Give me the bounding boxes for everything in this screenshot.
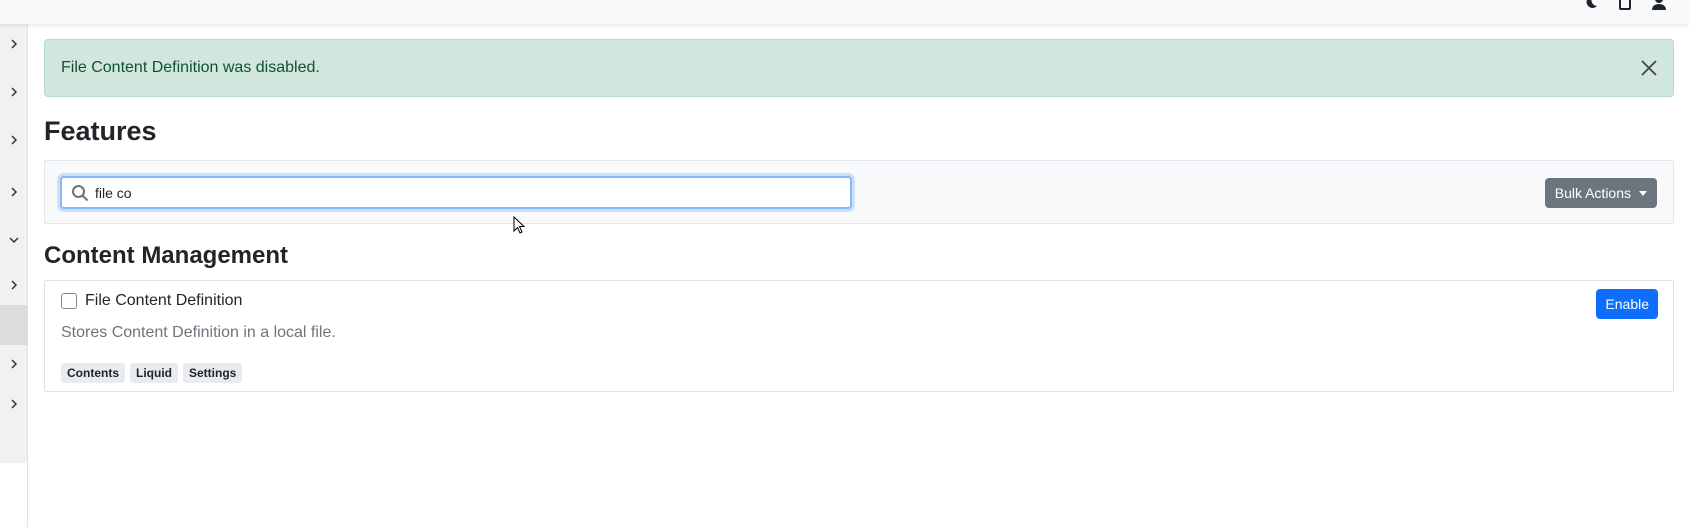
features-toolbar: Bulk Actions bbox=[44, 160, 1674, 224]
chevron-right-icon bbox=[11, 135, 18, 145]
top-navbar bbox=[0, 0, 1689, 24]
search-icon bbox=[71, 184, 89, 202]
chevron-right-icon bbox=[11, 87, 18, 97]
bulk-actions-button[interactable]: Bulk Actions bbox=[1544, 178, 1657, 208]
sidebar-item-6[interactable] bbox=[0, 265, 28, 305]
feature-card: File Content Definition Stores Content D… bbox=[44, 280, 1674, 392]
search-input[interactable] bbox=[95, 184, 795, 201]
close-icon[interactable] bbox=[1639, 58, 1659, 78]
chevron-right-icon bbox=[11, 280, 18, 290]
sidebar-item-8[interactable] bbox=[0, 384, 28, 424]
sidebar-item-2[interactable] bbox=[0, 72, 28, 112]
theme-toggle-icon[interactable] bbox=[1583, 0, 1599, 10]
chevron-right-icon bbox=[11, 39, 18, 49]
sidebar-item-5[interactable] bbox=[0, 220, 28, 260]
sidebar-item-4[interactable] bbox=[0, 172, 28, 212]
section-title: Content Management bbox=[44, 242, 289, 269]
sidebar-footer bbox=[0, 463, 28, 527]
tag-settings[interactable]: Settings bbox=[183, 363, 243, 383]
tag-contents[interactable]: Contents bbox=[61, 363, 125, 383]
feature-checkbox[interactable] bbox=[61, 293, 77, 309]
chevron-right-icon bbox=[11, 399, 18, 409]
user-icon[interactable] bbox=[1651, 0, 1667, 10]
mouse-cursor-icon bbox=[513, 216, 525, 234]
chevron-right-icon bbox=[11, 187, 18, 197]
bulk-actions-label: Bulk Actions bbox=[1554, 185, 1631, 201]
feature-description: Stores Content Definition in a local fil… bbox=[61, 324, 336, 341]
tag-liquid[interactable]: Liquid bbox=[130, 363, 178, 383]
topbar-icons bbox=[1583, 0, 1667, 10]
sidebar-item-active[interactable] bbox=[0, 305, 28, 345]
page-title: Features bbox=[44, 116, 157, 146]
sidebar-item-7[interactable] bbox=[0, 344, 28, 384]
search-box[interactable] bbox=[60, 176, 852, 209]
feature-name: File Content Definition bbox=[85, 292, 243, 309]
success-alert: File Content Definition was disabled. bbox=[44, 39, 1674, 97]
sidebar-item-3[interactable] bbox=[0, 120, 28, 160]
document-icon[interactable] bbox=[1617, 0, 1633, 10]
alert-message: File Content Definition was disabled. bbox=[61, 59, 320, 76]
caret-down-icon bbox=[1639, 190, 1647, 196]
feature-tags: Contents Liquid Settings bbox=[61, 363, 243, 383]
enable-button[interactable]: Enable bbox=[1596, 289, 1658, 319]
chevron-right-icon bbox=[11, 359, 18, 369]
chevron-down-icon bbox=[9, 237, 19, 244]
sidebar bbox=[0, 24, 28, 527]
sidebar-item-1[interactable] bbox=[0, 24, 28, 64]
